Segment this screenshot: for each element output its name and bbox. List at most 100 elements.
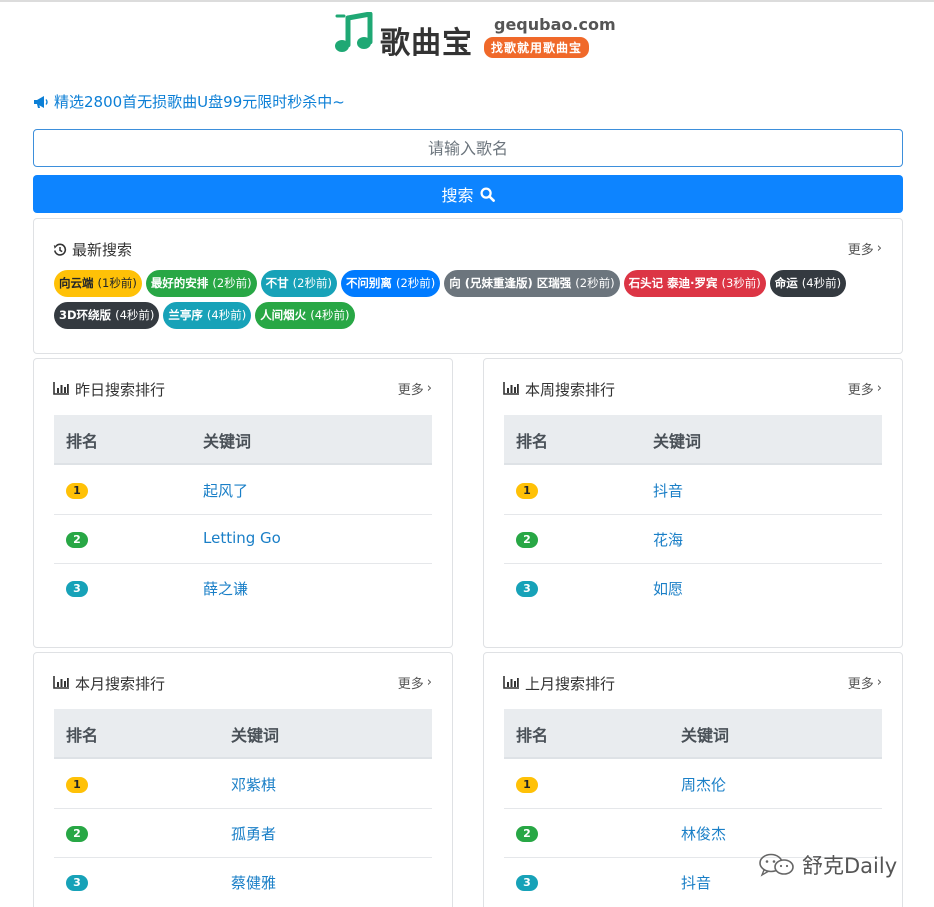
table-row: 2 Letting Go [54, 515, 432, 564]
recent-tag-time: (4秒前) [310, 308, 350, 322]
rank-badge: 1 [516, 483, 538, 499]
ranking-card-yesterday: 昨日搜索排行 更多 › 排名 关键词 1 起风了 2 Letting Go 3 薛之谦 [33, 358, 453, 648]
keyword-link[interactable]: 抖音 [653, 480, 683, 501]
history-icon [53, 243, 67, 256]
site-logo[interactable]: 歌曲宝 gequbao.com 找歌就用歌曲宝 [334, 12, 616, 61]
recent-tag-time: (4秒前) [115, 308, 155, 322]
more-label: 更多 [397, 677, 424, 692]
keyword-link[interactable]: 孤勇者 [231, 823, 276, 844]
keyword-link[interactable]: 抖音 [681, 872, 711, 893]
keyword-link[interactable]: 花海 [653, 529, 683, 550]
promo-link[interactable]: 精选2800首无损歌曲U盘99元限时秒杀中~ [33, 91, 345, 112]
recent-tag[interactable]: 不甘 (2秒前) [260, 270, 337, 297]
keyword-column-header: 关键词 [203, 432, 252, 451]
ranking-title: 本月搜索排行 [53, 673, 165, 694]
search-button[interactable]: 搜索 [33, 175, 903, 213]
rank-column-header: 排名 [66, 726, 99, 745]
rank-badge: 3 [66, 875, 88, 891]
ranking-table-header: 排名 关键词 [54, 415, 432, 465]
keyword-link[interactable]: 邓紫棋 [231, 774, 276, 795]
recent-tag-name: 命运 [774, 276, 798, 290]
keyword-link[interactable]: 林俊杰 [681, 823, 726, 844]
recent-tag[interactable]: 人间烟火 (4秒前) [255, 302, 355, 329]
ranking-title-label: 昨日搜索排行 [75, 381, 166, 399]
ranking-more-link[interactable]: 更多 › [848, 673, 882, 692]
music-note-icon [335, 12, 373, 52]
logo-name: 歌曲宝 [380, 26, 473, 61]
recent-tag-name: 石头记 泰迪·罗宾 [628, 276, 718, 290]
recent-tag-name: 兰亭序 [168, 308, 203, 322]
keyword-link[interactable]: 起风了 [203, 480, 248, 501]
rank-column-header: 排名 [66, 432, 99, 451]
chevron-right-icon: › [876, 381, 882, 396]
ranking-table-header: 排名 关键词 [504, 415, 882, 465]
bar-chart-icon [503, 381, 520, 399]
recent-tag-name: 最好的安排 [150, 276, 209, 290]
promo-text: 精选2800首无损歌曲U盘99元限时秒杀中~ [54, 93, 345, 111]
recent-tag-name: 不甘 [265, 276, 289, 290]
recent-tag[interactable]: 兰亭序 (4秒前) [163, 302, 252, 329]
keyword-link[interactable]: 薛之谦 [203, 578, 248, 599]
rank-badge: 3 [516, 581, 538, 597]
recent-searches-label: 最新搜索 [72, 241, 133, 259]
rank-column-header: 排名 [516, 726, 549, 745]
rank-badge: 1 [516, 777, 538, 793]
bar-chart-icon [53, 675, 70, 693]
ranking-title: 昨日搜索排行 [53, 379, 165, 400]
more-label: 更多 [847, 383, 874, 398]
table-row: 1 起风了 [54, 466, 432, 515]
recent-more-link[interactable]: 更多 › [848, 239, 882, 258]
rank-column-header: 排名 [516, 432, 549, 451]
table-row: 1 邓紫棋 [54, 760, 432, 809]
recent-tag[interactable]: 3D环绕版 (4秒前) [54, 302, 160, 329]
recent-tag[interactable]: 最好的安排 (2秒前) [145, 270, 257, 297]
recent-tag[interactable]: 向 (兄妹重逢版) 区瑞强 (2秒前) [444, 270, 620, 297]
chevron-right-icon: › [876, 675, 882, 690]
recent-tag-name: 3D环绕版 [59, 308, 112, 322]
recent-tag-name: 向云端 [59, 276, 94, 290]
recent-tag[interactable]: 向云端 (1秒前) [54, 270, 142, 297]
rank-badge: 3 [516, 875, 538, 891]
rank-badge: 2 [516, 532, 538, 548]
rank-badge: 1 [66, 777, 88, 793]
keyword-column-header: 关键词 [653, 432, 702, 451]
watermark-text: 舒克Daily [802, 854, 898, 878]
logo-domain: gequbao.com [494, 15, 616, 34]
more-label: 更多 [847, 243, 874, 258]
ranking-title: 本周搜索排行 [503, 379, 615, 400]
ranking-title: 上月搜索排行 [503, 673, 615, 694]
chevron-right-icon: › [876, 241, 882, 256]
search-input[interactable] [33, 129, 903, 167]
recent-tag-name: 人间烟火 [260, 308, 307, 322]
ranking-card-week: 本周搜索排行 更多 › 排名 关键词 1 抖音 2 花海 3 如愿 [483, 358, 903, 648]
table-row: 1 周杰伦 [504, 760, 882, 809]
keyword-link[interactable]: 如愿 [653, 578, 683, 599]
table-row: 2 孤勇者 [54, 809, 432, 858]
ranking-more-link[interactable]: 更多 › [398, 379, 432, 398]
rank-badge: 1 [66, 483, 88, 499]
recent-tag-name: 向 (兄妹重逢版) 区瑞强 [449, 276, 572, 290]
search-button-label: 搜索 [441, 186, 474, 205]
ranking-title-label: 本周搜索排行 [525, 381, 616, 399]
table-row: 2 花海 [504, 515, 882, 564]
top-border [0, 0, 934, 2]
recent-tag-time: (4秒前) [801, 276, 842, 290]
rank-badge: 3 [66, 581, 88, 597]
keyword-link[interactable]: 蔡健雅 [231, 872, 276, 893]
keyword-link[interactable]: Letting Go [203, 529, 281, 547]
ranking-more-link[interactable]: 更多 › [398, 673, 432, 692]
recent-tags: 向云端 (1秒前) 最好的安排 (2秒前) 不甘 (2秒前) 不问别离 (2秒前) 向 … [54, 270, 884, 329]
recent-tag-time: (4秒前) [206, 308, 247, 322]
recent-tag[interactable]: 不问别离 (2秒前) [340, 270, 441, 297]
rank-badge: 2 [516, 826, 538, 842]
ranking-more-link[interactable]: 更多 › [848, 379, 882, 398]
recent-tag[interactable]: 石头记 泰迪·罗宾 (3秒前) [623, 270, 766, 297]
recent-searches-card: 最新搜索 更多 › 向云端 (1秒前) 最好的安排 (2秒前) 不甘 (2秒前) 不问… [33, 218, 903, 354]
keyword-link[interactable]: 周杰伦 [681, 774, 726, 795]
table-row: 3 如愿 [504, 564, 882, 613]
recent-tag-time: (1秒前) [97, 276, 137, 290]
keyword-column-header: 关键词 [681, 726, 730, 745]
recent-tag-time: (2秒前) [575, 276, 615, 290]
recent-tag[interactable]: 命运 (4秒前) [769, 270, 847, 297]
more-label: 更多 [847, 677, 874, 692]
